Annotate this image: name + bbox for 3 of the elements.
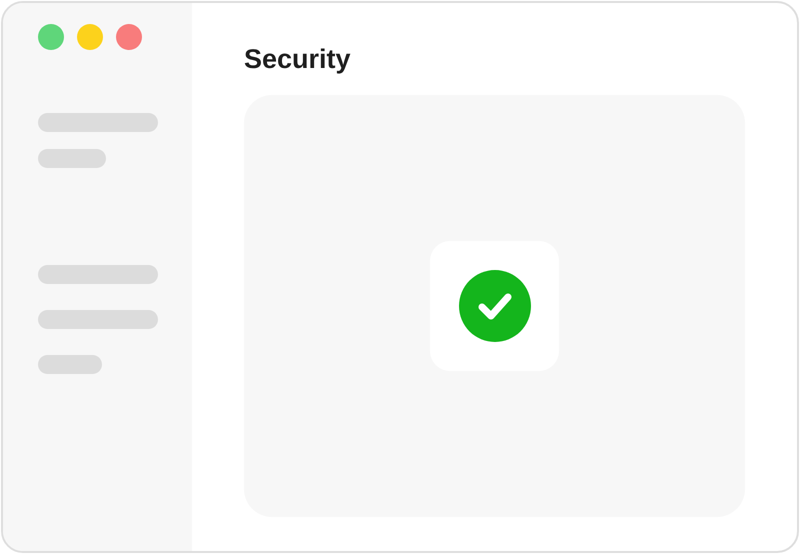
placeholder-bar [38,355,102,374]
page-title: Security [244,43,352,76]
placeholder-bar [38,149,106,168]
